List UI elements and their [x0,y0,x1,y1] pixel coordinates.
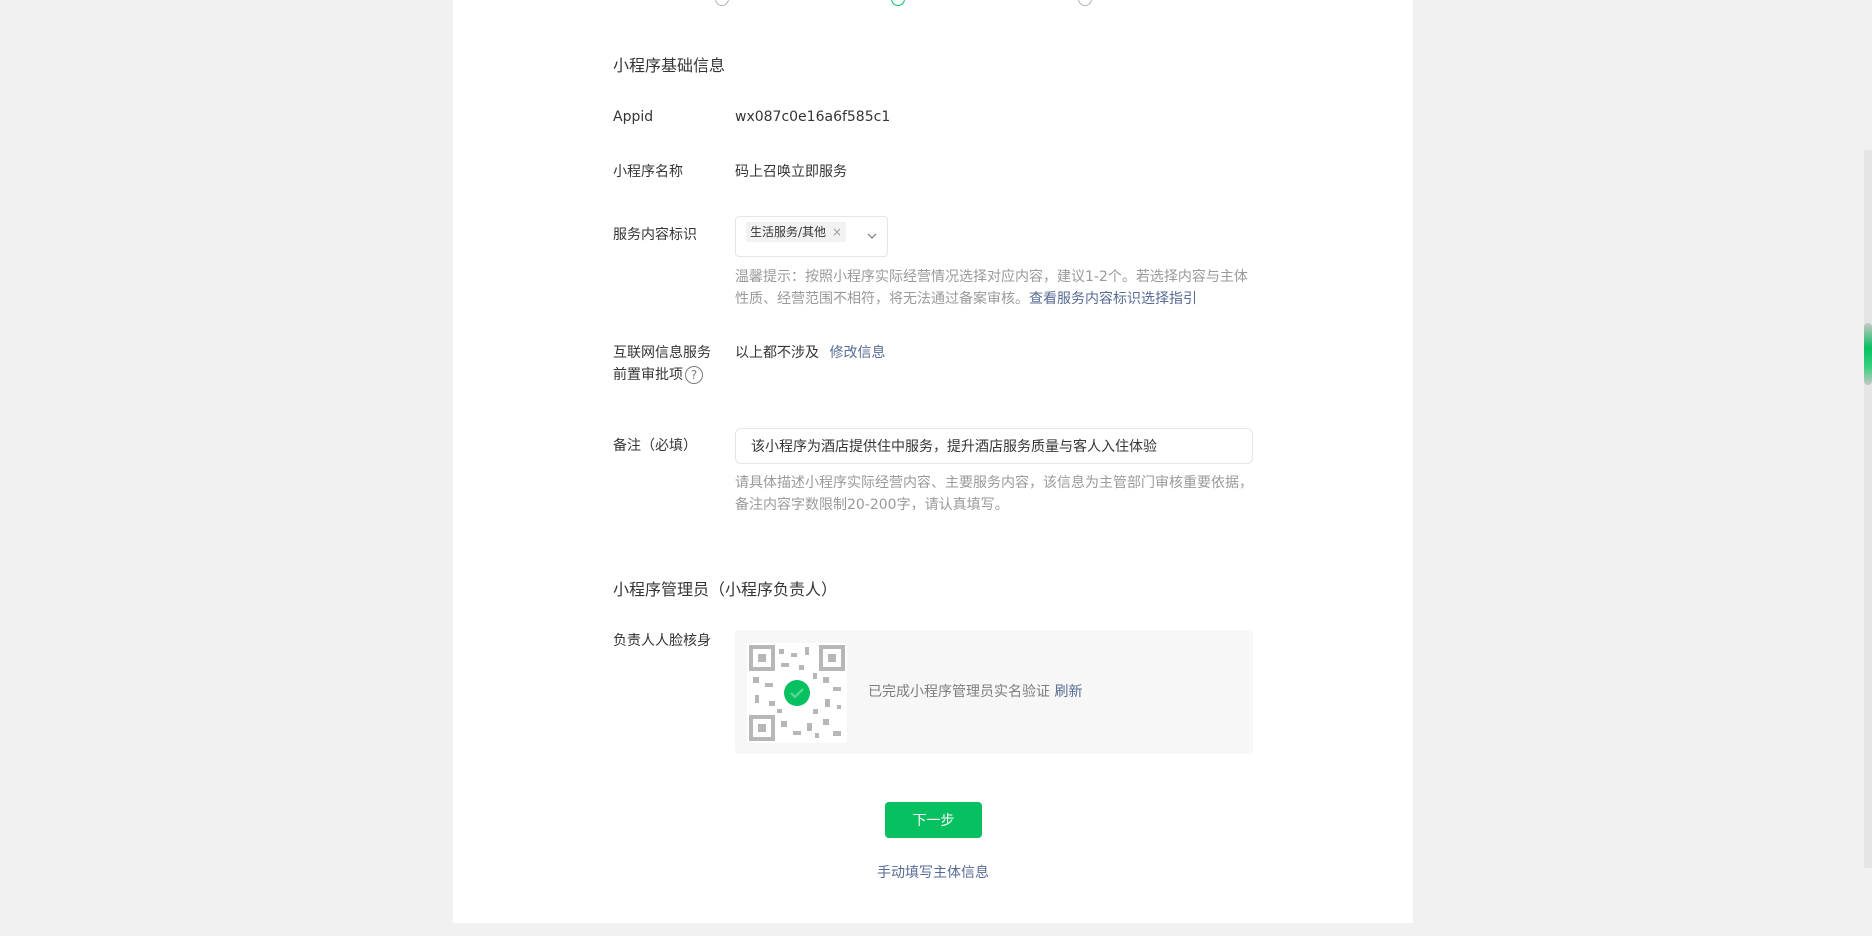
remark-label: 备注（必填） [613,438,697,454]
step-dot-2-active [891,0,905,6]
service-hint: 温馨提示：按照小程序实际经营情况选择对应内容，建议1-2个。若选择内容与主体性质… [735,266,1257,310]
remark-input[interactable] [735,428,1253,464]
scrollbar-thumb[interactable] [1864,323,1872,385]
approval-value-row: 以上都不涉及 修改信息 [735,342,885,364]
step-dot-1 [715,0,729,6]
appid-value: wx087c0e16a6f585c1 [735,109,891,125]
name-value: 码上召唤立即服务 [735,164,847,180]
approval-value: 以上都不涉及 [735,345,819,361]
approval-label-line2: 前置审批项? [613,364,718,386]
section-title-basic-info: 小程序基础信息 [613,56,726,75]
approval-label: 互联网信息服务 前置审批项? [613,342,718,386]
service-guide-link[interactable]: 查看服务内容标识选择指引 [1029,291,1197,307]
service-tag-text: 生活服务/其他 [750,225,827,239]
verify-status-text: 已完成小程序管理员实名验证 [868,684,1050,700]
appid-label: Appid [613,109,654,125]
approval-label-line1: 互联网信息服务 [613,345,711,361]
refresh-link[interactable]: 刷新 [1054,684,1082,700]
approval-label-line2-text: 前置审批项 [613,367,683,383]
tag-close-icon[interactable]: × [832,222,842,242]
form-card: 小程序基础信息 Appid wx087c0e16a6f585c1 小程序名称 码… [453,0,1413,923]
step-dot-3 [1078,0,1092,6]
remark-hint: 请具体描述小程序实际经营内容、主要服务内容，该信息为主管部门审核重要依据，备注内… [735,475,1253,513]
verify-status: 已完成小程序管理员实名验证 刷新 [868,681,1082,703]
next-button[interactable]: 下一步 [885,802,982,838]
scrollbar-track[interactable] [1864,150,1872,868]
name-label: 小程序名称 [613,164,683,180]
check-circle-icon [784,680,810,706]
edit-approval-link[interactable]: 修改信息 [829,345,885,361]
service-select[interactable]: 生活服务/其他 × [735,216,888,257]
face-verify-box: 已完成小程序管理员实名验证 刷新 [735,630,1253,754]
face-verify-label: 负责人人脸核身 [613,633,711,649]
service-tag: 生活服务/其他 × [746,222,847,242]
service-label: 服务内容标识 [613,227,697,243]
section-title-admin: 小程序管理员（小程序负责人） [613,580,838,599]
manual-fill-link-row: 手动填写主体信息 [453,862,1413,884]
qr-code [747,643,847,743]
chevron-down-icon[interactable] [865,229,879,243]
manual-fill-link[interactable]: 手动填写主体信息 [877,865,989,881]
help-icon[interactable]: ? [685,366,703,384]
